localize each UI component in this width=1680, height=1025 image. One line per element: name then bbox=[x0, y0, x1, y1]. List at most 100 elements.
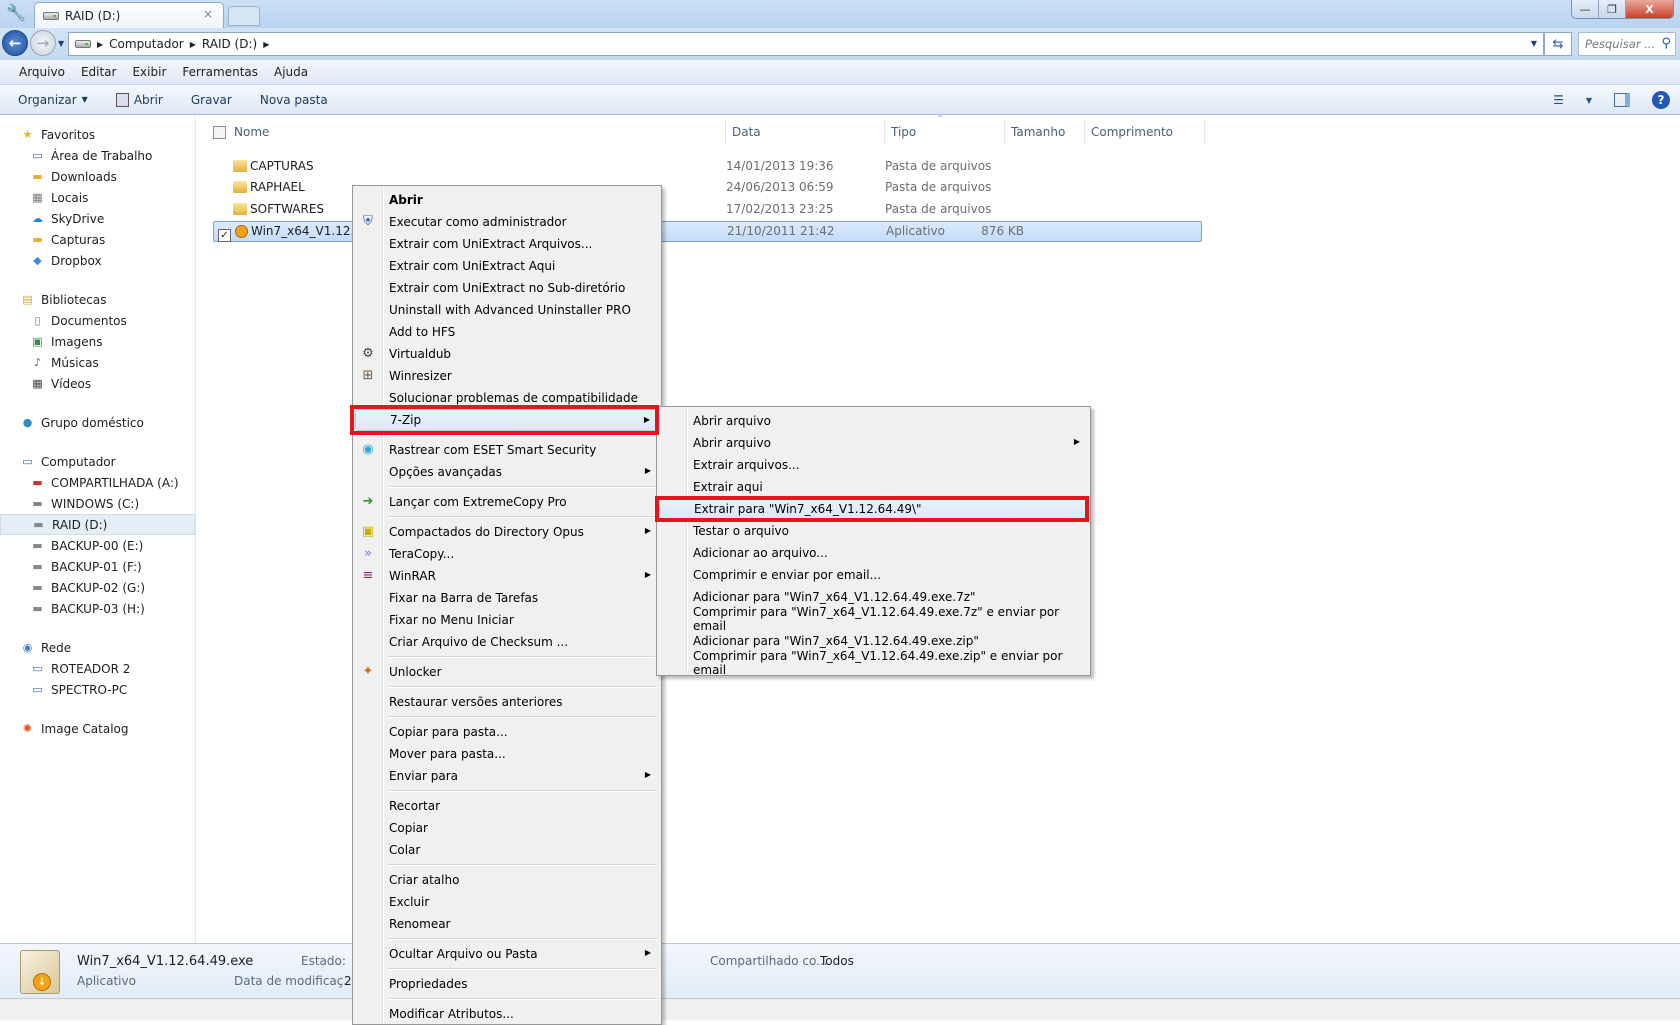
menu-item-abrir[interactable]: Abrir bbox=[355, 189, 659, 211]
menu-item-copiar[interactable]: Copiar bbox=[355, 817, 659, 839]
sidebar-item-backup-00-e[interactable]: ▬ BACKUP-00 (E:) bbox=[0, 535, 195, 556]
file-row-capturas[interactable]: CAPTURAS 14/01/2013 19:36 Pasta de arquivo… bbox=[213, 157, 1202, 178]
sidebar-item-imagens[interactable]: ▣ Imagens bbox=[0, 331, 195, 352]
menu-item-lancar-com-extremecopy-pro[interactable]: ➜ Lançar com ExtremeCopy Pro bbox=[355, 491, 659, 513]
breadcrumb-arrow-icon[interactable]: ▶ bbox=[190, 40, 196, 49]
sidebar-item-compartilhada-a[interactable]: ▬ COMPARTILHADA (A:) bbox=[0, 472, 195, 493]
menu-item-fixar-no-menu-iniciar[interactable]: Fixar no Menu Iniciar bbox=[355, 609, 659, 631]
burn-button[interactable]: Gravar bbox=[191, 93, 232, 107]
menu-item-enviar-para[interactable]: Enviar para ▶ bbox=[355, 765, 659, 787]
search-icon[interactable]: ⚲ bbox=[1661, 36, 1671, 51]
forward-button[interactable]: → bbox=[30, 30, 56, 56]
menu-item-restaurar-versoes-anteriores[interactable]: Restaurar versões anteriores bbox=[355, 691, 659, 713]
menu-item-renomear[interactable]: Renomear bbox=[355, 913, 659, 935]
menu-item-copiar-para-pasta[interactable]: Copiar para pasta... bbox=[355, 721, 659, 743]
sidebar-item-capturas[interactable]: ▬ Capturas bbox=[0, 229, 195, 250]
menu-editar[interactable]: Editar bbox=[81, 65, 117, 79]
sidebar-item-computador[interactable]: ▭ Computador bbox=[0, 451, 195, 472]
menu-item-propriedades[interactable]: Propriedades bbox=[355, 973, 659, 995]
column-header-tipo[interactable]: Tipo ^ bbox=[885, 114, 1005, 144]
sidebar-item-backup-01-f[interactable]: ▬ BACKUP-01 (F:) bbox=[0, 556, 195, 577]
sidebar-item-spectro-pc[interactable]: ▭ SPECTRO-PC bbox=[0, 679, 195, 700]
sidebar-item-downloads[interactable]: ▬ Downloads bbox=[0, 166, 195, 187]
menu-item-uninstall-with-advanced-uninstaller-pro[interactable]: Uninstall with Advanced Uninstaller PRO bbox=[355, 299, 659, 321]
sidebar-item-area-de-trabalho[interactable]: ▭ Área de Trabalho bbox=[0, 145, 195, 166]
sidebar-item-backup-02-g[interactable]: ▬ BACKUP-02 (G:) bbox=[0, 577, 195, 598]
wrench-icon[interactable]: 🔧 bbox=[6, 3, 26, 23]
sidebar-item-backup-03-h[interactable]: ▬ BACKUP-03 (H:) bbox=[0, 598, 195, 619]
minimize-button[interactable]: — bbox=[1572, 0, 1599, 18]
open-button[interactable]: Abrir bbox=[115, 92, 163, 107]
view-dropdown-icon[interactable]: ▼ bbox=[1586, 96, 1592, 105]
breadcrumb-arrow-icon[interactable]: ▶ bbox=[263, 40, 269, 49]
tab-close-icon[interactable]: × bbox=[203, 7, 213, 21]
sidebar-item-image-catalog[interactable]: ✺ Image Catalog bbox=[0, 718, 195, 739]
menu-ferramentas[interactable]: Ferramentas bbox=[182, 65, 258, 79]
sidebar-item-raid-d[interactable]: ▬ RAID (D:) bbox=[0, 514, 195, 535]
submenu-item-extrair-arquivos[interactable]: Extrair arquivos... bbox=[659, 454, 1088, 476]
address-bar[interactable]: ▶ Computador ▶ RAID (D:) ▶ ▼ bbox=[68, 32, 1544, 56]
sidebar-item-roteador-2[interactable]: ▭ ROTEADOR 2 bbox=[0, 658, 195, 679]
breadcrumb-computador[interactable]: Computador bbox=[109, 37, 184, 51]
sidebar-item-grupo-domestico[interactable]: ● Grupo doméstico bbox=[0, 412, 195, 433]
row-checkbox[interactable]: ✓ bbox=[218, 228, 231, 242]
close-button[interactable]: X bbox=[1626, 0, 1673, 18]
menu-item-excluir[interactable]: Excluir bbox=[355, 891, 659, 913]
menu-item-modificar-atributos[interactable]: Modificar Atributos... bbox=[355, 1003, 659, 1025]
column-header-comprimento[interactable]: Comprimento bbox=[1085, 120, 1205, 144]
menu-item-teracopy[interactable]: » TeraCopy... bbox=[355, 543, 659, 565]
submenu-item-testar-o-arquivo[interactable]: Testar o arquivo bbox=[659, 520, 1088, 542]
menu-item-winrar[interactable]: ≡ WinRAR ▶ bbox=[355, 565, 659, 587]
new-folder-button[interactable]: Nova pasta bbox=[260, 93, 328, 107]
menu-item-7-zip[interactable]: 7-Zip ▶ bbox=[355, 409, 659, 431]
sidebar-item-locais[interactable]: ▦ Locais bbox=[0, 187, 195, 208]
menu-arquivo[interactable]: Arquivo bbox=[19, 65, 65, 79]
column-header-data[interactable]: Data bbox=[726, 120, 885, 144]
menu-ajuda[interactable]: Ajuda bbox=[274, 65, 308, 79]
sidebar-item-windows-c[interactable]: ▬ WINDOWS (C:) bbox=[0, 493, 195, 514]
search-input[interactable]: Pesquisar ... ⚲ bbox=[1578, 32, 1676, 56]
tab-raid-d[interactable]: RAID (D:) × bbox=[34, 2, 224, 28]
menu-item-extrair-com-uniextract-arquivos[interactable]: Extrair com UniExtract Arquivos... bbox=[355, 233, 659, 255]
column-header-tamanho[interactable]: Tamanho bbox=[1005, 120, 1085, 144]
submenu-item-abrir-arquivo[interactable]: Abrir arquivo ▶ bbox=[659, 432, 1088, 454]
menu-item-ocultar-arquivo-ou-pasta[interactable]: Ocultar Arquivo ou Pasta ▶ bbox=[355, 943, 659, 965]
submenu-item-comprimir-e-enviar-por-email[interactable]: Comprimir e enviar por email... bbox=[659, 564, 1088, 586]
menu-item-colar[interactable]: Colar bbox=[355, 839, 659, 861]
menu-item-mover-para-pasta[interactable]: Mover para pasta... bbox=[355, 743, 659, 765]
menu-item-criar-atalho[interactable]: Criar atalho bbox=[355, 869, 659, 891]
menu-item-winresizer[interactable]: ⊞ Winresizer bbox=[355, 365, 659, 387]
menu-item-extrair-com-uniextract-aqui[interactable]: Extrair com UniExtract Aqui bbox=[355, 255, 659, 277]
sidebar-item-skydrive[interactable]: ☁ SkyDrive bbox=[0, 208, 195, 229]
menu-item-fixar-na-barra-de-tarefas[interactable]: Fixar na Barra de Tarefas bbox=[355, 587, 659, 609]
sidebar-item-favoritos[interactable]: ★ Favoritos bbox=[0, 124, 195, 145]
recent-pages-dropdown-icon[interactable]: ▼ bbox=[58, 39, 64, 48]
breadcrumb-arrow-icon[interactable]: ▶ bbox=[97, 40, 103, 49]
submenu-item-comprimir-para-win7-x64-v1-12-64-49-exe-zip-e-enviar-por-email[interactable]: Comprimir para "Win7_x64_V1.12.64.49.exe… bbox=[659, 649, 1088, 677]
sidebar-item-rede[interactable]: ◉ Rede bbox=[0, 637, 195, 658]
back-button[interactable]: ← bbox=[2, 30, 28, 56]
refresh-button[interactable]: ⇆ bbox=[1544, 32, 1572, 56]
sidebar-item-dropbox[interactable]: ◆ Dropbox bbox=[0, 250, 195, 271]
sidebar-item-documentos[interactable]: ▯ Documentos bbox=[0, 310, 195, 331]
menu-item-unlocker[interactable]: ✦ Unlocker bbox=[355, 661, 659, 683]
menu-item-criar-arquivo-de-checksum[interactable]: Criar Arquivo de Checksum ... bbox=[355, 631, 659, 653]
menu-item-recortar[interactable]: Recortar bbox=[355, 795, 659, 817]
submenu-item-abrir-arquivo[interactable]: Abrir arquivo bbox=[659, 410, 1088, 432]
view-details-icon[interactable]: ☰ bbox=[1553, 93, 1564, 107]
menu-item-executar-como-administrador[interactable]: ⛨ Executar como administrador bbox=[355, 211, 659, 233]
address-dropdown-icon[interactable]: ▼ bbox=[1531, 39, 1537, 48]
help-icon[interactable]: ? bbox=[1652, 91, 1670, 109]
menu-exibir[interactable]: Exibir bbox=[132, 65, 166, 79]
menu-item-solucionar-problemas-de-compatibilidade[interactable]: Solucionar problemas de compatibilidade bbox=[355, 387, 659, 409]
menu-item-add-to-hfs[interactable]: Add to HFS bbox=[355, 321, 659, 343]
menu-item-rastrear-com-eset-smart-security[interactable]: ◉ Rastrear com ESET Smart Security bbox=[355, 439, 659, 461]
sidebar-item-videos[interactable]: ▦ Vídeos bbox=[0, 373, 195, 394]
new-tab-button[interactable] bbox=[228, 6, 260, 26]
menu-item-extrair-com-uniextract-no-sub-diretorio[interactable]: Extrair com UniExtract no Sub-diretório bbox=[355, 277, 659, 299]
column-header-nome[interactable]: Nome bbox=[213, 120, 726, 144]
menu-item-compactados-do-directory-opus[interactable]: ▣ Compactados do Directory Opus ▶ bbox=[355, 521, 659, 543]
menu-item-virtualdub[interactable]: ⚙ Virtualdub bbox=[355, 343, 659, 365]
preview-pane-icon[interactable] bbox=[1614, 93, 1630, 107]
submenu-item-comprimir-para-win7-x64-v1-12-64-49-exe-7z-e-enviar-por-email[interactable]: Comprimir para "Win7_x64_V1.12.64.49.exe… bbox=[659, 605, 1088, 633]
